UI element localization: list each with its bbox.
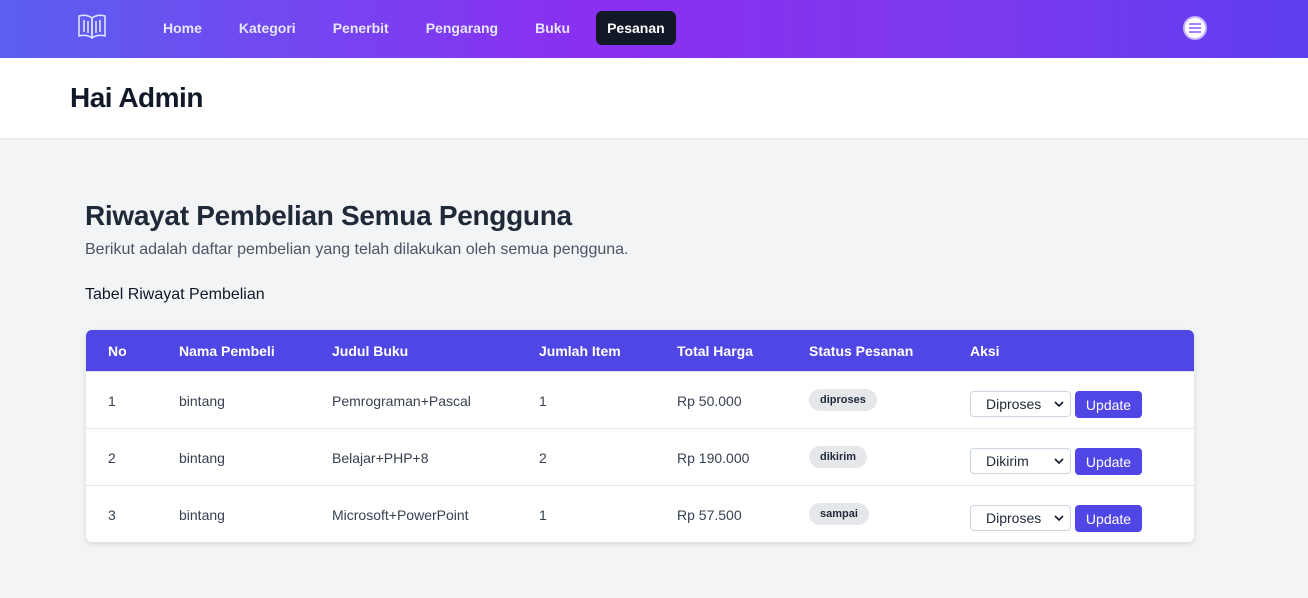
cell-name: bintang	[179, 393, 225, 409]
nav-pengarang[interactable]: Pengarang	[415, 11, 509, 45]
column-header-total: Total Harga	[677, 343, 753, 359]
orders-table: No Nama Pembeli Judul Buku Jumlah Item T…	[86, 330, 1194, 542]
cell-total: Rp 190.000	[677, 450, 750, 466]
cell-qty: 1	[539, 507, 547, 523]
table-row: 1 bintang Pemrograman+Pascal 1 Rp 50.000…	[86, 371, 1194, 428]
column-header-action: Aksi	[970, 343, 1000, 359]
cell-total: Rp 57.500	[677, 507, 742, 523]
table-row: 3 bintang Microsoft+PowerPoint 1 Rp 57.5…	[86, 485, 1194, 542]
cell-no: 1	[108, 393, 116, 409]
cell-qty: 2	[539, 450, 547, 466]
table-header: No Nama Pembeli Judul Buku Jumlah Item T…	[86, 330, 1194, 371]
update-button[interactable]: Update	[1075, 505, 1142, 532]
status-select-value: Diproses	[986, 396, 1042, 412]
nav-buku[interactable]: Buku	[524, 11, 581, 45]
section-description: Berikut adalah daftar pembelian yang tel…	[85, 241, 629, 258]
column-header-name: Nama Pembeli	[179, 343, 275, 359]
section-title: Riwayat Pembelian Semua Pengguna	[85, 200, 572, 231]
cell-book: Microsoft+PowerPoint	[332, 507, 469, 523]
cell-book: Pemrograman+Pascal	[332, 393, 471, 409]
cell-name: bintang	[179, 450, 225, 466]
status-select[interactable]: Diproses	[970, 505, 1071, 531]
chevron-down-icon	[1054, 515, 1064, 522]
table-row: 2 bintang Belajar+PHP+8 2 Rp 190.000 dik…	[86, 428, 1194, 485]
update-button[interactable]: Update	[1075, 391, 1142, 418]
cell-qty: 1	[539, 393, 547, 409]
nav-links: Home Kategori Penerbit Pengarang Buku Pe…	[152, 11, 691, 45]
page-title: Hai Admin	[70, 82, 203, 113]
user-menu-icon	[1189, 23, 1201, 33]
column-header-no: No	[108, 343, 127, 359]
navbar: Home Kategori Penerbit Pengarang Buku Pe…	[0, 0, 1308, 58]
nav-home[interactable]: Home	[152, 11, 213, 45]
cell-name: bintang	[179, 507, 225, 523]
column-header-status: Status Pesanan	[809, 343, 914, 359]
status-select-value: Dikirim	[986, 453, 1029, 469]
page-header: Hai Admin	[0, 58, 1308, 138]
status-badge: dikirim	[809, 446, 868, 468]
status-badge: diproses	[809, 389, 877, 411]
column-header-book: Judul Buku	[332, 343, 409, 359]
chevron-down-icon	[1054, 401, 1064, 408]
cell-total: Rp 50.000	[677, 393, 742, 409]
cell-book: Belajar+PHP+8	[332, 450, 429, 466]
status-select[interactable]: Diproses	[970, 391, 1071, 417]
user-menu-button[interactable]	[1183, 16, 1207, 40]
status-select[interactable]: Dikirim	[970, 448, 1071, 474]
nav-penerbit[interactable]: Penerbit	[322, 11, 400, 45]
nav-pesanan[interactable]: Pesanan	[596, 11, 676, 45]
cell-no: 2	[108, 450, 116, 466]
status-badge: sampai	[809, 503, 869, 525]
chevron-down-icon	[1054, 458, 1064, 465]
update-button[interactable]: Update	[1075, 448, 1142, 475]
nav-kategori[interactable]: Kategori	[228, 11, 307, 45]
table-caption: Tabel Riwayat Pembelian	[85, 286, 265, 303]
cell-no: 3	[108, 507, 116, 523]
book-icon[interactable]	[76, 12, 108, 40]
column-header-qty: Jumlah Item	[539, 343, 621, 359]
status-select-value: Diproses	[986, 510, 1042, 526]
